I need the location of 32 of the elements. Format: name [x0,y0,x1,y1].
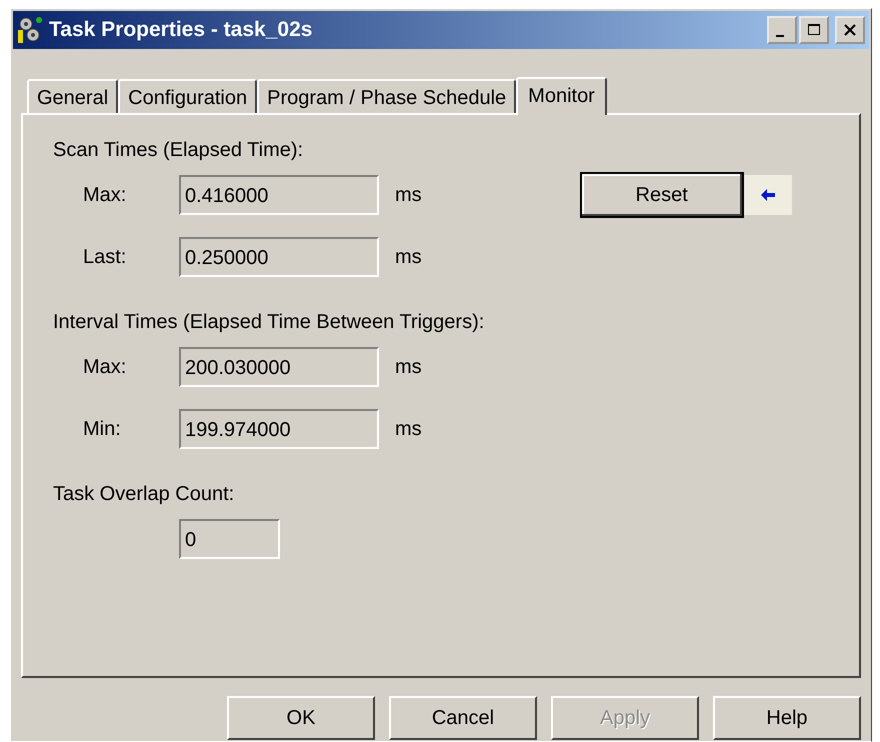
tab[interactable]: General [27,79,118,113]
maximize-icon [807,23,821,37]
field-label: Min: [83,418,121,440]
field-label: Last: [83,246,126,268]
dialog-button[interactable]: OK [227,696,375,740]
field-label: Max: [83,356,126,378]
minimize-icon [776,35,784,37]
close-icon [843,23,857,37]
dialog-button[interactable]: Cancel [389,696,537,740]
unit-label: ms [395,246,422,268]
left-arrow-icon [760,189,775,201]
value-field: 199.974000 [179,409,379,449]
section-label: Interval Times (Elapsed Time Between Triggers): [53,311,486,335]
gears-icon [17,16,43,44]
section-label: Scan Times (Elapsed Time): [53,139,304,163]
value-field: 0.250000 [179,237,379,277]
tab[interactable]: Configuration [118,79,258,113]
unit-label: ms [395,184,422,206]
value-field: 0 [179,519,280,559]
dialog-button[interactable]: Help [713,696,861,740]
maximize-button[interactable] [799,16,829,44]
unit-label: ms [395,418,422,440]
reset-button[interactable]: Reset [580,172,744,218]
field-label: Max: [83,184,126,206]
value-field: 0.416000 [179,175,379,215]
tab[interactable]: Monitor [516,77,607,115]
close-button[interactable] [835,16,865,44]
window-title: Task Properties - task_02s [49,18,314,42]
value-field: 200.030000 [179,347,379,387]
section-label: Task Overlap Count: [53,483,236,507]
tab[interactable]: Program / Phase Schedule [257,79,516,113]
unit-label: ms [395,356,422,378]
